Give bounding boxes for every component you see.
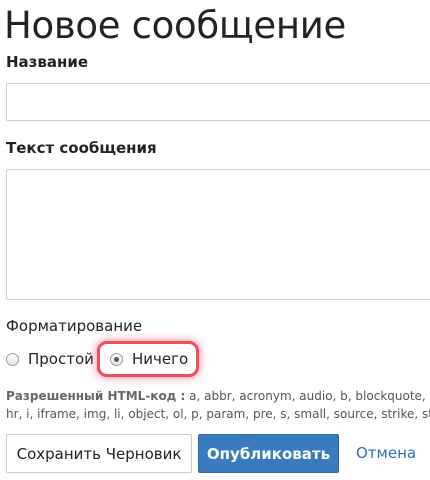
message-body-textarea[interactable] (6, 169, 430, 300)
cancel-link[interactable]: Отмена (356, 444, 416, 462)
allowed-html-tags-1: a, abbr, acronym, audio, b, blockquote, … (189, 389, 430, 403)
title-input[interactable] (6, 83, 430, 121)
allowed-html-tags-2: hr, i, iframe, img, li, object, ol, p, p… (6, 407, 430, 421)
formatting-options: Простой Ничего (6, 341, 426, 377)
format-option-none-label[interactable]: Ничего (132, 350, 188, 368)
message-body-label: Текст сообщения (6, 139, 157, 157)
title-label: Название (6, 53, 89, 71)
allowed-html-label: Разрешенный HTML-код : (6, 389, 186, 403)
format-option-simple-label[interactable]: Простой (28, 350, 94, 368)
format-radio-none[interactable] (110, 353, 123, 366)
publish-button[interactable]: Опубликовать (198, 434, 339, 473)
page-title: Новое сообщение (4, 4, 346, 47)
new-message-form: Новое сообщение Название Текст сообщения… (0, 0, 430, 480)
save-draft-button[interactable]: Сохранить Черновик (6, 434, 192, 473)
formatting-label: Форматирование (6, 317, 143, 335)
allowed-html-hint: Разрешенный HTML-код : a, abbr, acronym,… (6, 387, 430, 423)
format-radio-simple[interactable] (6, 353, 19, 366)
allowed-html-line-1: Разрешенный HTML-код : a, abbr, acronym,… (6, 387, 430, 405)
